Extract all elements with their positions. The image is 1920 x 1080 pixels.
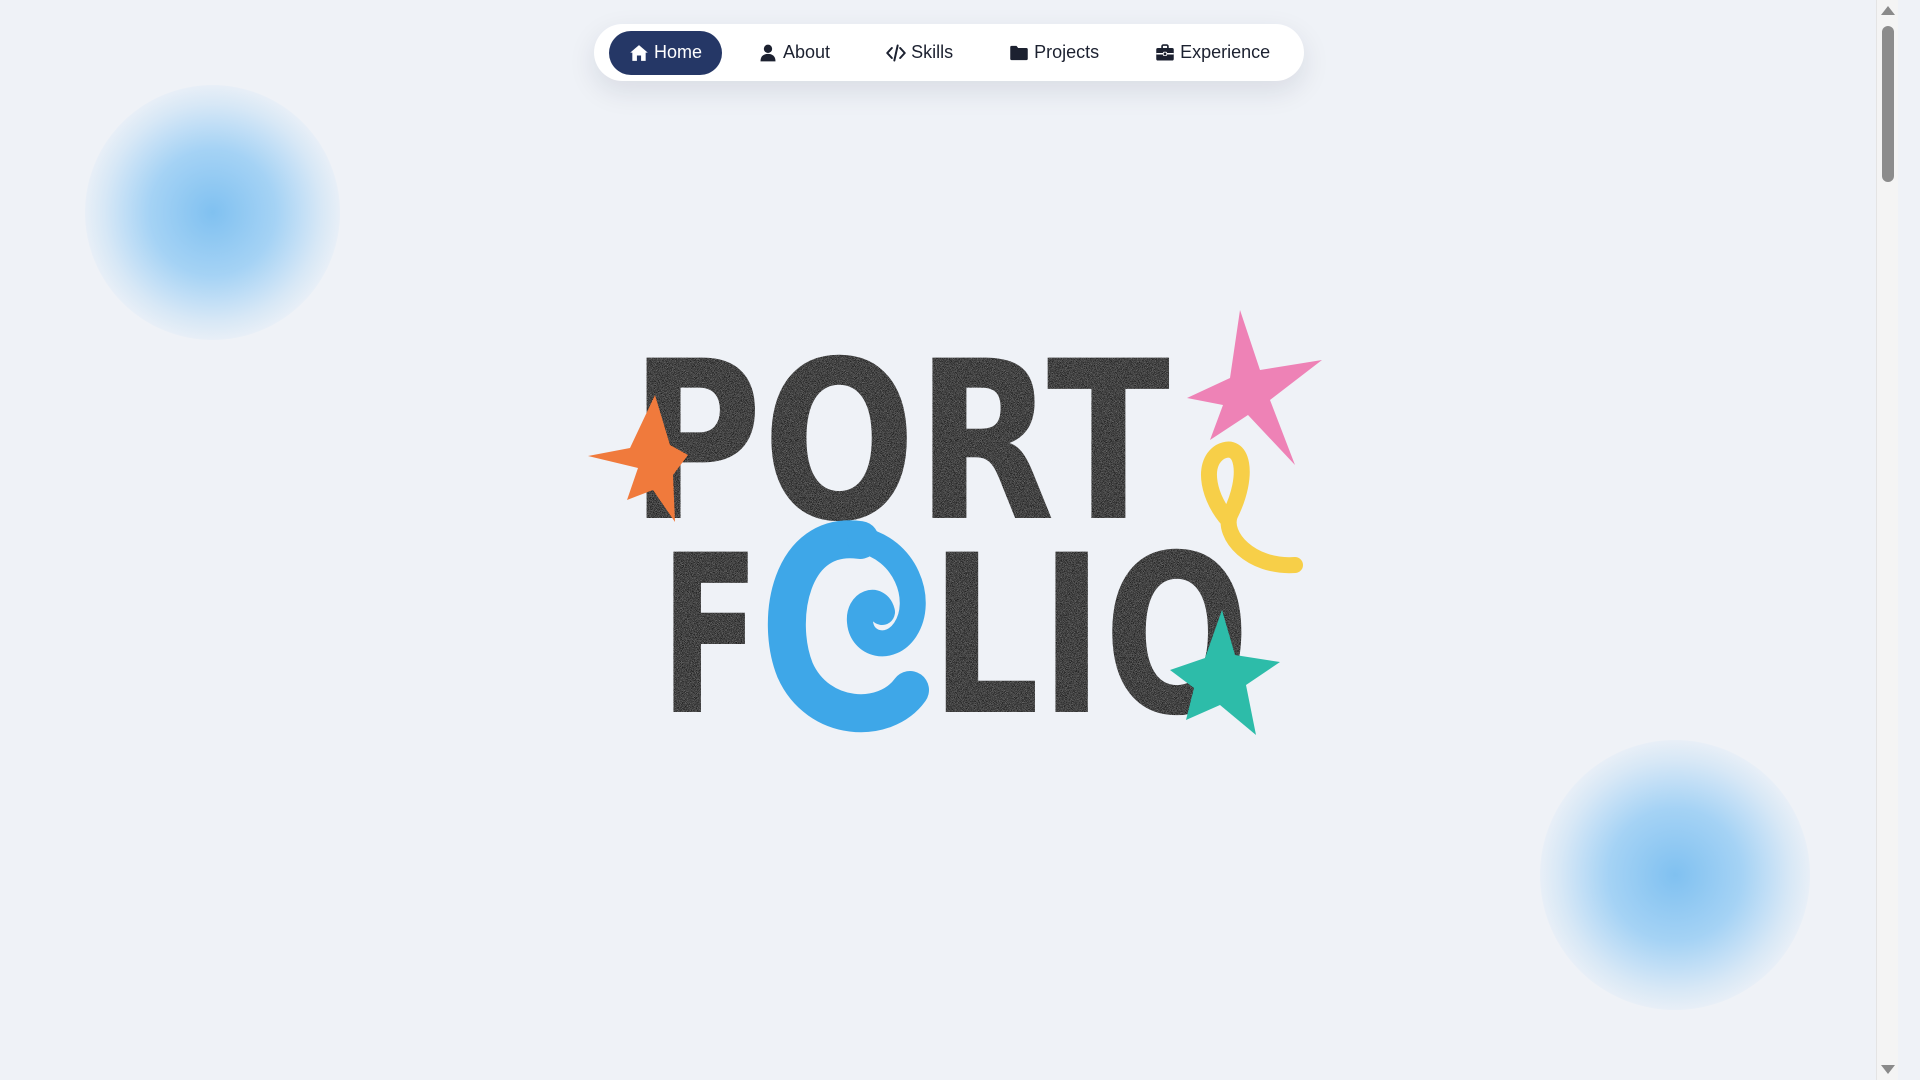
nav-item-label: Projects (1034, 42, 1100, 62)
scroll-down-arrow-icon[interactable] (1881, 1065, 1895, 1074)
briefcase-icon (1156, 43, 1174, 60)
nav-item-projects[interactable]: Projects (989, 31, 1119, 75)
logo-text-lio: LIO (930, 508, 1250, 764)
decorative-blob-top-left (85, 85, 340, 340)
nav-item-skills[interactable]: Skills (866, 31, 973, 75)
nav-item-label: Experience (1180, 42, 1271, 62)
nav-item-home[interactable]: Home (609, 30, 723, 75)
home-icon (630, 44, 648, 61)
portfolio-logo: PORT F LIO (588, 310, 1322, 764)
page: Home About Skills Projects Experience PO… (0, 0, 1898, 1080)
vertical-scrollbar[interactable] (1876, 0, 1898, 1080)
nav-item-experience[interactable]: Experience (1135, 31, 1290, 75)
nav-item-label: Skills (911, 42, 954, 62)
logo-text-f: F (660, 508, 760, 764)
folder-icon (1010, 45, 1028, 60)
nav-item-label: About (783, 42, 831, 62)
scroll-up-arrow-icon[interactable] (1881, 6, 1895, 15)
decorative-blob-bottom-right (1540, 740, 1810, 1010)
scrollbar-thumb[interactable] (1882, 26, 1894, 182)
code-icon (886, 44, 906, 61)
main-navigation: Home About Skills Projects Experience (594, 24, 1304, 81)
user-icon (760, 44, 776, 61)
nav-item-label: Home (654, 42, 703, 62)
pink-star-icon (1187, 310, 1322, 465)
nav-item-about[interactable]: About (738, 31, 850, 75)
